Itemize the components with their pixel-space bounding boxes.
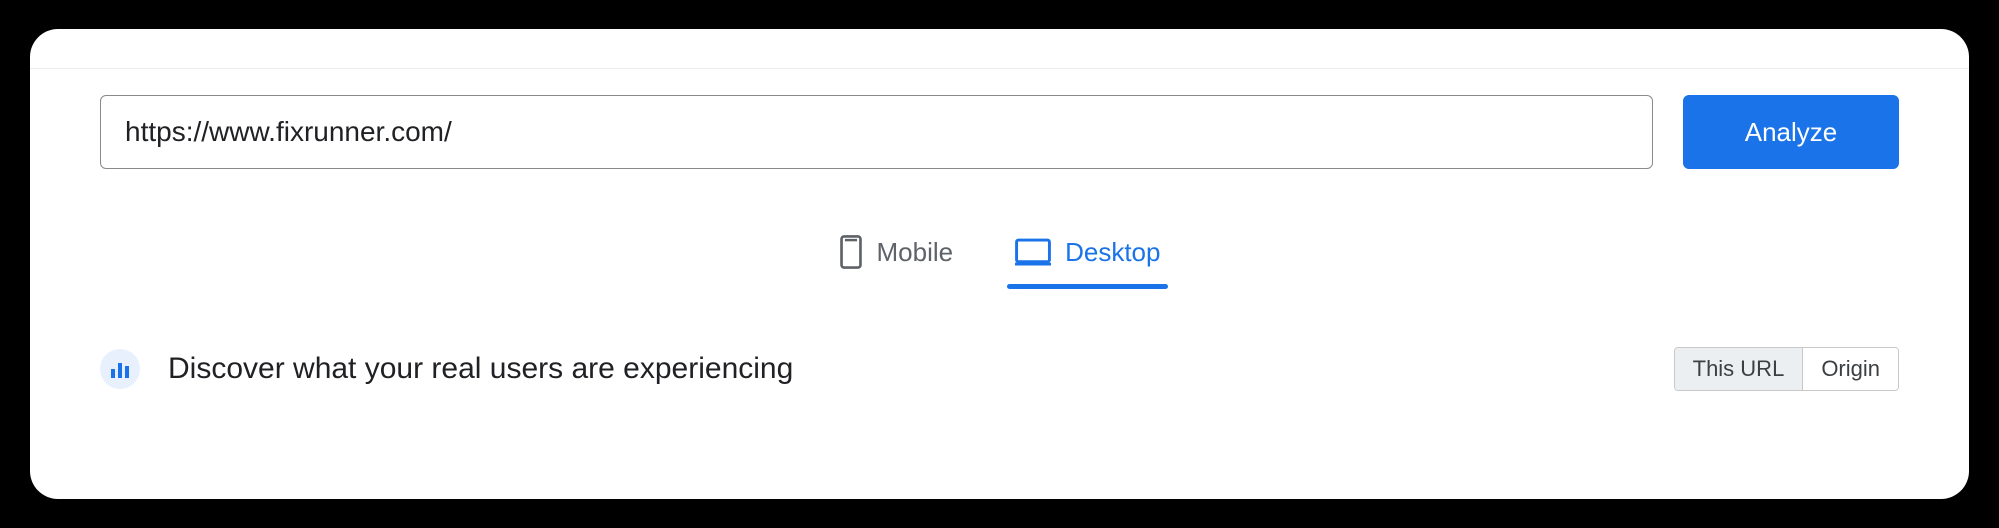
tab-mobile[interactable]: Mobile xyxy=(833,225,960,287)
discover-row: Discover what your real users are experi… xyxy=(30,347,1969,391)
scope-toggle: This URL Origin xyxy=(1674,347,1899,391)
tab-mobile-label: Mobile xyxy=(877,237,954,268)
tab-desktop-label: Desktop xyxy=(1065,237,1160,268)
desktop-icon xyxy=(1015,238,1051,266)
chart-bars-icon xyxy=(100,349,140,389)
discover-heading: Discover what your real users are experi… xyxy=(168,352,793,386)
tab-desktop[interactable]: Desktop xyxy=(1009,225,1166,287)
header-spacer xyxy=(30,29,1969,69)
device-tabs: Mobile Desktop xyxy=(30,225,1969,287)
search-row: Analyze xyxy=(30,69,1969,169)
url-input[interactable] xyxy=(100,95,1653,169)
scope-origin-button[interactable]: Origin xyxy=(1802,348,1898,390)
scope-this-url-button[interactable]: This URL xyxy=(1675,348,1803,390)
pagespeed-card: Analyze Mobile Desktop xyxy=(30,29,1969,499)
discover-left: Discover what your real users are experi… xyxy=(100,349,793,389)
analyze-button[interactable]: Analyze xyxy=(1683,95,1899,169)
mobile-icon xyxy=(839,235,863,269)
